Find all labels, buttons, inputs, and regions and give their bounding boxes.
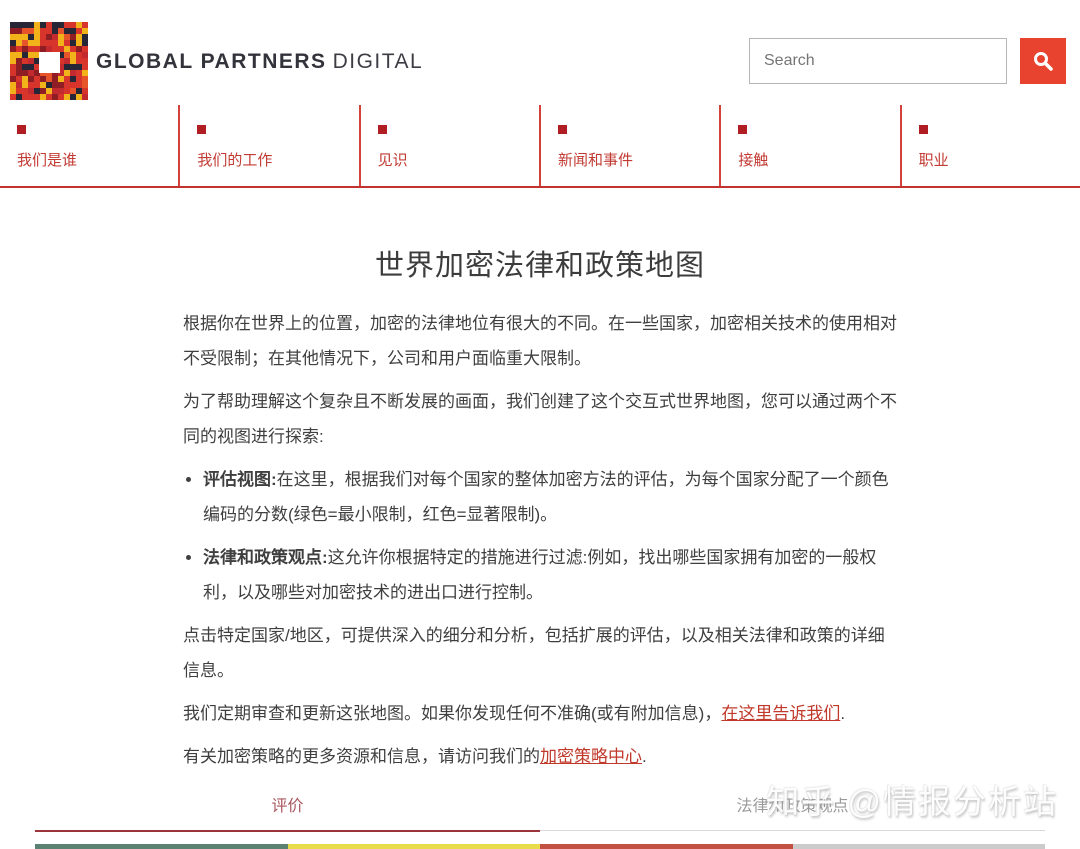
nav-label: 我们是谁 <box>17 152 78 169</box>
bullet-text: 在这里，根据我们对每个国家的整体加密方法的评估，为每个国家分配了一个颜色编码的分… <box>203 470 889 524</box>
nav-label: 职业 <box>918 152 949 169</box>
text-before-link: 有关加密策略的更多资源和信息，请访问我们的 <box>183 747 540 766</box>
search-button[interactable] <box>1020 38 1066 84</box>
paragraph-intro: 根据你在世界上的位置，加密的法律地位有很大的不同。在一些国家，加密相关技术的使用… <box>183 314 897 368</box>
logo-white-square <box>39 52 60 73</box>
nav-square-icon <box>17 125 26 134</box>
text-after-link: . <box>840 704 846 723</box>
brand-name: GLOBAL PARTNERS DIGITAL <box>96 50 423 74</box>
text-after-link: . <box>642 747 647 766</box>
tab-underlines <box>35 830 1045 832</box>
assessment-legend-strip <box>35 844 1045 849</box>
paragraph-country-detail: 点击特定国家/地区，可提供深入的细分和分析，包括扩展的评估，以及相关法律和政策的… <box>183 626 885 680</box>
brand-bold: GLOBAL PARTNERS <box>96 50 327 73</box>
site-logo[interactable] <box>10 22 88 100</box>
legend-segment-grey <box>792 844 1045 849</box>
nav-square-icon <box>377 125 387 134</box>
legend-segment-green <box>35 844 288 849</box>
nav-label: 接触 <box>738 152 769 169</box>
nav-label: 新闻和事件 <box>557 152 633 169</box>
search-icon <box>1032 50 1054 72</box>
nav-label: 我们的工作 <box>197 152 273 169</box>
nav-item-our-work[interactable]: 我们的工作 <box>178 105 358 186</box>
paragraph-resources: 有关加密策略的更多资源和信息，请访问我们的加密策略中心. <box>183 739 897 774</box>
search-bar <box>749 38 1066 84</box>
list-item-law-policy-view: 法律和政策观点:这允许你根据特定的措施进行过滤:例如，找出哪些国家拥有加密的一般… <box>203 540 897 610</box>
paragraph-map-views: 为了帮助理解这个复杂且不断发展的画面，我们创建了这个交互式世界地图，您可以通过两… <box>183 392 897 446</box>
encryption-policy-hub-link[interactable]: 加密策略中心 <box>540 747 642 766</box>
tab-assessment[interactable]: 评价 <box>35 792 540 815</box>
legend-segment-red <box>540 844 793 849</box>
brand-light: DIGITAL <box>332 50 424 73</box>
nav-item-careers[interactable]: 职业 <box>899 105 1080 186</box>
nav-square-icon <box>738 125 748 134</box>
tell-us-link[interactable]: 在这里告诉我们 <box>721 704 840 723</box>
inactive-tab-underline <box>540 830 1045 831</box>
search-input[interactable] <box>749 38 1007 84</box>
main-nav: 我们是谁 我们的工作 见识 新闻和事件 接触 职业 <box>0 105 1080 188</box>
active-tab-underline <box>35 830 540 832</box>
nav-square-icon <box>197 125 207 134</box>
legend-segment-yellow <box>287 844 540 849</box>
nav-item-contact[interactable]: 接触 <box>719 105 899 186</box>
bullet-lead: 法律和政策观点: <box>203 548 328 567</box>
bullet-lead: 评估视图: <box>203 470 277 489</box>
view-list: 评估视图:在这里，根据我们对每个国家的整体加密方法的评估，为每个国家分配了一个颜… <box>183 462 897 610</box>
nav-label: 见识 <box>377 152 408 169</box>
article: 世界加密法律和政策地图 根据你在世界上的位置，加密的法律地位有很大的不同。在一些… <box>183 188 897 774</box>
list-item-assessment-view: 评估视图:在这里，根据我们对每个国家的整体加密方法的评估，为每个国家分配了一个颜… <box>203 462 897 532</box>
nav-item-who-we-are[interactable]: 我们是谁 <box>0 105 178 186</box>
site-header: GLOBAL PARTNERS DIGITAL <box>0 0 1080 105</box>
page-title: 世界加密法律和政策地图 <box>374 250 705 282</box>
nav-item-insight[interactable]: 见识 <box>358 105 539 186</box>
page: GLOBAL PARTNERSDIGITAL 我们是谁 我们的工作 <box>0 0 1080 849</box>
text-before-link: 我们定期审查和更新这张地图。如果你发现任何不准确(或有附加信息)， <box>183 704 722 723</box>
nav-item-news-events[interactable]: 新闻和事件 <box>538 105 719 186</box>
paragraph-update-notice: 我们定期审查和更新这张地图。如果你发现任何不准确(或有附加信息)，在这里告诉我们… <box>183 696 897 731</box>
zhihu-watermark: 知乎 @情报分析站 <box>766 783 1058 820</box>
nav-square-icon <box>918 125 928 134</box>
nav-square-icon <box>557 125 567 134</box>
